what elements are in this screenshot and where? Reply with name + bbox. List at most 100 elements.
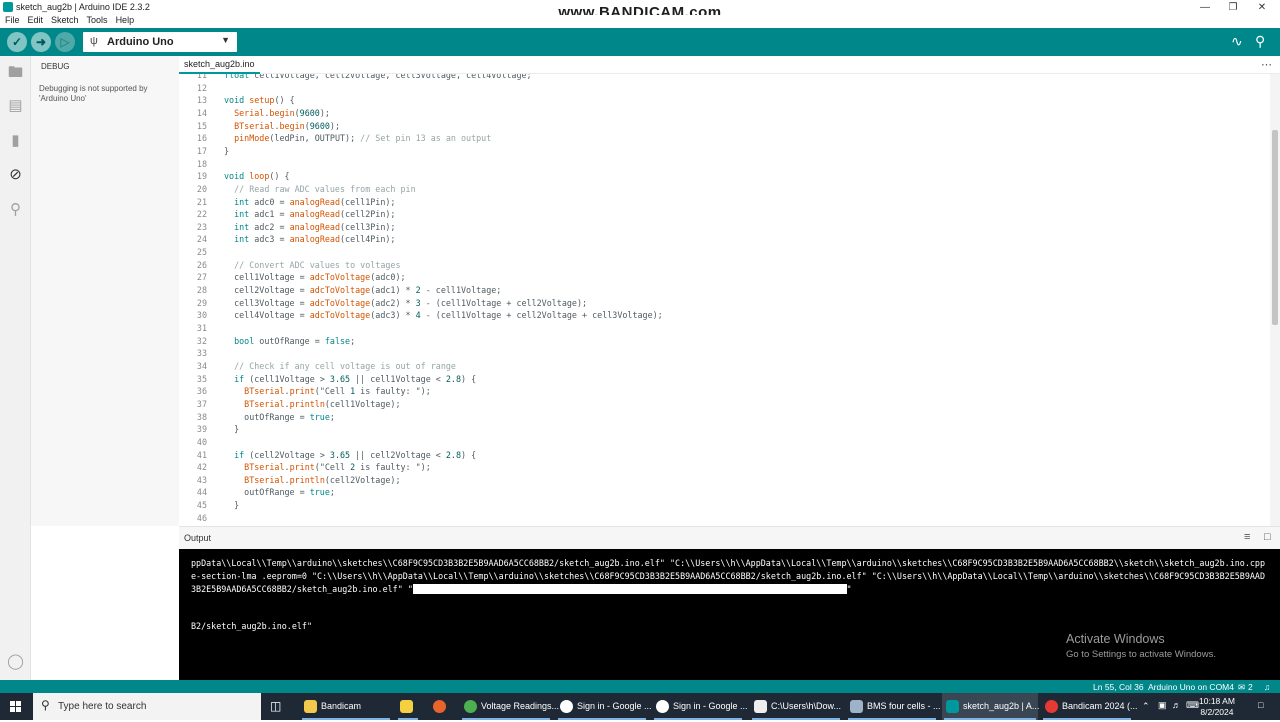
upload-button[interactable]: ➜ — [31, 32, 51, 52]
code-line: int adc1 = analogRead(cell2Pin); — [234, 209, 396, 220]
cursor-position[interactable]: Ln 55, Col 36 — [1093, 682, 1144, 692]
line-number: 21 — [196, 196, 207, 207]
windows-taskbar: ⚲ Type here to search ◫ Bandicam Voltage… — [0, 693, 1280, 720]
line-number: 44 — [196, 487, 207, 498]
menu-edit[interactable]: Edit — [28, 15, 44, 25]
taskbar-app-bms[interactable]: BMS four cells - ... — [846, 693, 941, 720]
output-line: 3B2E5B9AAD6A5CC68BB2/sketch_aug2b.ino.el… — [191, 584, 852, 594]
line-number: 16 — [196, 133, 207, 144]
network-icon[interactable]: ▣ — [1158, 700, 1167, 711]
output-console[interactable]: ppData\\Local\\Temp\\arduino\\sketches\\… — [179, 549, 1280, 680]
board-port-status[interactable]: Arduino Uno on COM4 — [1148, 682, 1234, 692]
line-number: 29 — [196, 297, 207, 308]
taskbar-search[interactable]: ⚲ Type here to search — [33, 693, 261, 720]
search-icon: ⚲ — [41, 698, 50, 712]
menu-help[interactable]: Help — [116, 15, 135, 25]
line-number: 41 — [196, 449, 207, 460]
task-view-icon[interactable]: ◫ — [270, 699, 281, 713]
output-header: Output ≡ □ — [179, 526, 1280, 549]
menu-tools[interactable]: Tools — [87, 15, 108, 25]
sticky-notes-icon — [400, 700, 413, 713]
code-line: void loop() { — [224, 171, 290, 182]
clock-time: 10:18 AM — [1199, 696, 1235, 706]
code-line: BTserial.begin(9600); — [234, 120, 341, 131]
notifications-count[interactable]: 2 — [1248, 682, 1253, 692]
line-number: 18 — [196, 158, 207, 169]
keyboard-icon[interactable]: ⌨ — [1186, 700, 1199, 711]
activate-subtitle: Go to Settings to activate Windows. — [1066, 649, 1216, 660]
taskbar-app-google-signin-1[interactable]: Sign in - Google ... — [556, 693, 652, 720]
serial-plotter-icon[interactable]: ∿ — [1231, 33, 1243, 50]
code-line: BTserial.println(cell2Voltage); — [244, 474, 401, 485]
line-number: 40 — [196, 436, 207, 447]
editor-scrollbar-thumb[interactable] — [1272, 130, 1278, 325]
line-number: 35 — [196, 373, 207, 384]
taskbar-app-notes[interactable] — [396, 693, 420, 720]
boards-manager-icon[interactable]: ▤ — [7, 97, 24, 114]
code-line: int adc2 = analogRead(cell3Pin); — [234, 221, 396, 232]
bell-icon[interactable]: ♫ — [1264, 682, 1270, 692]
google-icon — [560, 700, 573, 713]
output-line: e-section-lma .eeprom=0 "C:\\Users\\h\\A… — [191, 571, 1265, 581]
debug-icon[interactable]: ⊘ — [7, 166, 24, 183]
code-line: if (cell2Voltage > 3.65 || cell2Voltage … — [234, 449, 477, 460]
search-icon[interactable]: ⚲ — [7, 201, 24, 218]
system-clock[interactable]: 10:18 AM 8/2/2024 — [1199, 696, 1235, 718]
verify-button[interactable]: ✓ — [7, 32, 27, 52]
board-selector[interactable]: ψ Arduino Uno ▼ — [83, 32, 237, 52]
code-line: } — [224, 500, 240, 511]
taskbar-app-firefox[interactable] — [429, 693, 453, 720]
tab-sketch-file[interactable]: sketch_aug2b.ino — [179, 56, 260, 74]
debug-message: Debugging is not supported by 'Arduino U… — [39, 84, 148, 103]
line-number: 38 — [196, 411, 207, 422]
clock-date: 8/2/2024 — [1200, 707, 1234, 717]
output-title: Output — [184, 533, 212, 543]
line-number: 33 — [196, 348, 207, 359]
code-line: cell4Voltage = adcToVoltage(adc3) * 4 - … — [224, 310, 663, 321]
line-number: 23 — [196, 221, 207, 232]
chevron-up-icon[interactable]: ⌃ — [1142, 701, 1150, 712]
chrome-icon — [464, 700, 477, 713]
code-line: BTserial.println(cell1Voltage); — [244, 398, 401, 409]
line-number: 12 — [196, 82, 207, 93]
menu-sketch[interactable]: Sketch — [51, 15, 79, 25]
taskbar-app-google-signin-2[interactable]: Sign in - Google ... — [652, 693, 748, 720]
taskbar-app-7zip[interactable]: C:\Users\h\Dow... — [750, 693, 842, 720]
line-number: 30 — [196, 310, 207, 321]
line-number: 42 — [196, 462, 207, 473]
notifications-icon[interactable]: ✉ — [1238, 682, 1245, 693]
code-line: BTserial.print("Cell 1 is faulty: "); — [244, 386, 431, 397]
library-manager-icon[interactable]: ▮ — [7, 132, 24, 149]
taskbar-app-chrome-voltage[interactable]: Voltage Readings... — [460, 693, 559, 720]
code-line: cell1Voltage = adcToVoltage(adc0); — [224, 272, 406, 283]
windows-start-button[interactable] — [0, 693, 32, 720]
taskbar-app-arduino[interactable]: sketch_aug2b | A... — [942, 693, 1039, 720]
close-output-icon[interactable]: □ — [1264, 531, 1271, 543]
line-number: 25 — [196, 247, 207, 258]
google-icon — [656, 700, 669, 713]
menu-file[interactable]: File — [5, 15, 20, 25]
code-line: cell3Voltage = adcToVoltage(adc2) * 3 - … — [224, 297, 588, 308]
code-editor[interactable]: 11 float cell1Voltage, cell2Voltage, cell… — [179, 74, 1280, 526]
output-line: B2/sketch_aug2b.ino.elf" — [191, 621, 313, 631]
more-options-icon[interactable]: ⋯ — [1261, 58, 1272, 71]
sketchbook-folder-icon[interactable]: 🖿 — [7, 64, 24, 81]
notification-center-icon[interactable]: □ — [1258, 700, 1263, 710]
line-number: 45 — [196, 500, 207, 511]
line-number: 11 — [196, 74, 207, 80]
serial-monitor-icon[interactable]: ⚲ — [1255, 33, 1265, 50]
line-number: 19 — [196, 171, 207, 182]
code-line: } — [224, 424, 240, 435]
code-line: float cell1Voltage, cell2Voltage, cell3V… — [224, 74, 532, 80]
windows-logo-icon — [10, 701, 21, 712]
folder-icon — [304, 700, 317, 713]
clear-output-icon[interactable]: ≡ — [1244, 531, 1250, 543]
status-bar: Ln 55, Col 36 Arduino Uno on COM4 ✉ 2 ♫ — [0, 680, 1280, 693]
taskbar-app-bandicam-recorder[interactable]: Bandicam 2024 (... — [1041, 693, 1138, 720]
debug-button[interactable]: ▷ — [55, 32, 75, 52]
account-icon[interactable]: ◯ — [7, 653, 24, 670]
record-icon — [1045, 700, 1058, 713]
volume-icon[interactable]: ♬ — [1172, 700, 1181, 710]
line-number: 26 — [196, 259, 207, 270]
taskbar-app-bandicam[interactable]: Bandicam — [300, 693, 392, 720]
